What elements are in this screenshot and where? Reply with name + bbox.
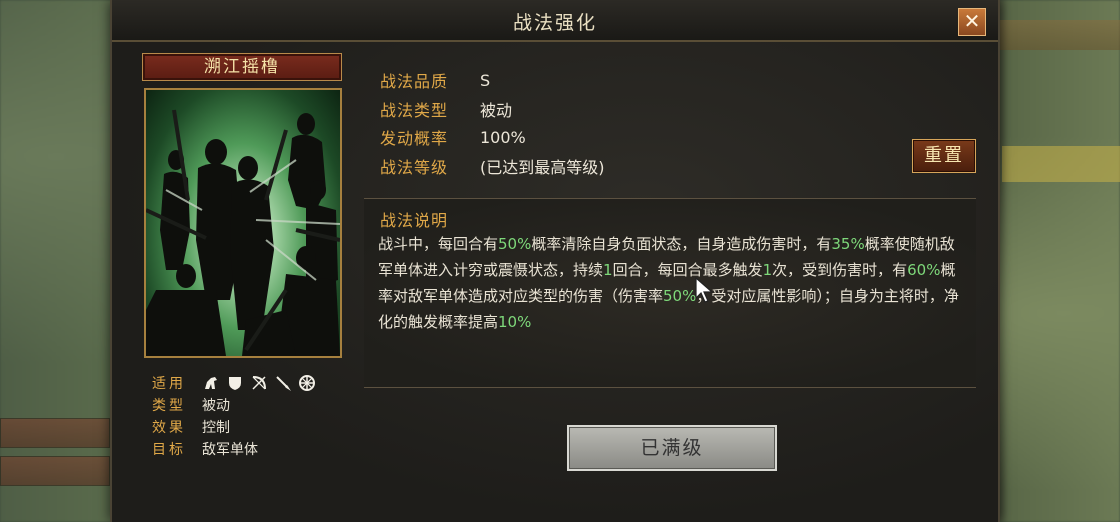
highlight-value: 1 [603, 261, 613, 279]
background-left-button [0, 456, 110, 486]
highlight-value: 35% [831, 235, 865, 253]
target-label: 目标 [152, 442, 186, 458]
skill-card-image [144, 88, 342, 358]
description-title: 战法说明 [380, 211, 449, 230]
highlight-value: 1 [762, 261, 773, 279]
skill-upgrade-dialog: 战法强化 ✕ 溯江摇橹 适用 类型 被动 效果 控制 目标 敌军单体 战法品质 … [110, 0, 1000, 522]
reset-button[interactable]: 重置 [912, 139, 976, 173]
target-value: 敌军单体 [202, 442, 258, 458]
close-icon: ✕ [963, 9, 981, 33]
skill-type-label: 战法类型 [380, 100, 449, 120]
dialog-title: 战法强化 [512, 12, 597, 34]
quality-value: S [480, 70, 491, 90]
max-level-button[interactable]: 已满级 [567, 425, 777, 471]
skill-level-value: (已达到最高等级) [480, 157, 605, 177]
skill-level-row: 战法等级 (已达到最高等级) [380, 152, 605, 181]
skill-attributes: 战法品质 S 战法类型 被动 发动概率 100% 战法等级 (已达到最高等级) [380, 66, 605, 180]
warriors-silhouette-illustration [146, 109, 340, 356]
troop-type-icons [202, 374, 316, 392]
background-right-button [1000, 20, 1120, 50]
trigger-prob-value: 100% [480, 127, 526, 147]
close-button[interactable]: ✕ [958, 8, 986, 36]
mouse-cursor-icon [695, 276, 714, 303]
highlight-value: 60% [907, 261, 941, 279]
type-label: 类型 [152, 398, 186, 414]
skill-type-row: 战法类型 被动 [380, 95, 605, 124]
highlight-value: 50% [663, 287, 697, 305]
apply-label: 适用 [152, 376, 186, 392]
cavalry-icon [205, 377, 217, 389]
dialog-titlebar: 战法强化 ✕ [112, 0, 998, 42]
shield-icon [229, 377, 241, 390]
effect-value: 控制 [202, 420, 230, 436]
description-box: 战法说明 战斗中，每回合有50%概率清除自身负面状态，自身造成伤害时，有35%概… [364, 198, 976, 388]
description-segment: 概率清除自身负面状态，自身造成伤害时，有 [531, 235, 832, 253]
skill-type-value: 被动 [480, 100, 513, 120]
apply-row: 适用 [152, 372, 316, 394]
wheel-icon [299, 375, 315, 391]
effect-row: 效果 控制 [152, 416, 316, 438]
highlight-value: 50% [498, 235, 532, 253]
effect-label: 效果 [152, 420, 186, 436]
type-value: 被动 [202, 398, 230, 414]
card-info: 适用 类型 被动 效果 控制 目标 敌军单体 [152, 372, 316, 460]
target-row: 目标 敌军单体 [152, 438, 316, 460]
background-left-button [0, 418, 110, 448]
description-segment: 次，受到伤害时，有 [772, 261, 908, 279]
skill-level-label: 战法等级 [380, 157, 449, 177]
background-right-button [1002, 146, 1120, 182]
highlight-value: 10% [498, 313, 532, 331]
description-segment: 回合，每回合最多触发 [612, 261, 763, 279]
quality-label: 战法品质 [380, 72, 449, 92]
description-text: 战斗中，每回合有50%概率清除自身负面状态，自身造成伤害时，有35%概率使随机敌… [378, 231, 968, 335]
skill-name-plate: 溯江摇橹 [142, 53, 342, 81]
type-row: 类型 被动 [152, 394, 316, 416]
trigger-prob-label: 发动概率 [380, 129, 449, 149]
description-segment: 战斗中，每回合有 [378, 235, 499, 253]
spear-icon [276, 376, 291, 391]
trigger-prob-row: 发动概率 100% [380, 123, 605, 152]
bow-icon [252, 376, 266, 390]
quality-row: 战法品质 S [380, 66, 605, 95]
